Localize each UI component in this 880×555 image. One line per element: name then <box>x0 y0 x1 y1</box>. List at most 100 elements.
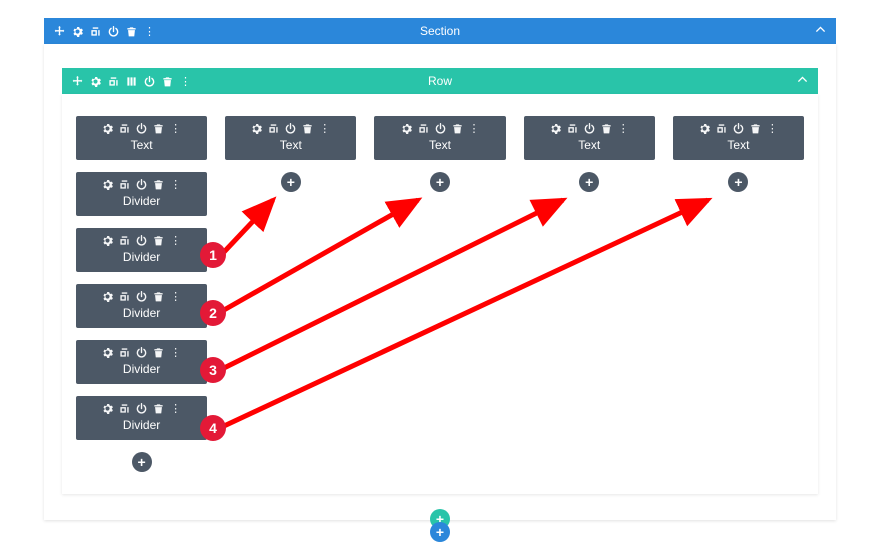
duplicate-icon[interactable] <box>268 123 279 134</box>
chevron-up-icon <box>815 24 826 35</box>
add-module-button[interactable]: + <box>132 452 152 472</box>
plus-icon: + <box>138 455 146 469</box>
duplicate-icon[interactable] <box>418 123 429 134</box>
more-icon[interactable] <box>144 24 155 38</box>
column: Text + <box>673 116 804 472</box>
trash-icon[interactable] <box>153 123 164 134</box>
gear-icon[interactable] <box>102 347 113 358</box>
trash-icon[interactable] <box>153 179 164 190</box>
power-icon[interactable] <box>136 347 147 358</box>
add-module-button[interactable]: + <box>430 172 450 192</box>
duplicate-icon[interactable] <box>119 235 130 246</box>
add-section-button[interactable]: + <box>430 522 450 542</box>
add-module-button[interactable]: + <box>281 172 301 192</box>
module-text[interactable]: Text <box>524 116 655 160</box>
gear-icon[interactable] <box>102 123 113 134</box>
more-icon[interactable] <box>170 402 181 415</box>
trash-icon[interactable] <box>750 123 761 134</box>
more-icon[interactable] <box>319 122 330 135</box>
power-icon[interactable] <box>108 24 119 38</box>
gear-icon[interactable] <box>102 403 113 414</box>
add-module-button[interactable]: + <box>579 172 599 192</box>
column: Text + <box>524 116 655 472</box>
module-label: Divider <box>76 418 207 432</box>
more-icon[interactable] <box>618 122 629 135</box>
duplicate-icon[interactable] <box>119 123 130 134</box>
add-module-button[interactable]: + <box>728 172 748 192</box>
duplicate-icon[interactable] <box>716 123 727 134</box>
section-title: Section <box>44 24 836 38</box>
gear-icon[interactable] <box>102 179 113 190</box>
gear-icon[interactable] <box>251 123 262 134</box>
module-label: Divider <box>76 362 207 376</box>
module-label: Divider <box>76 194 207 208</box>
more-icon[interactable] <box>180 74 191 88</box>
more-icon[interactable] <box>469 122 480 135</box>
power-icon[interactable] <box>584 123 595 134</box>
more-icon[interactable] <box>170 234 181 247</box>
trash-icon[interactable] <box>153 347 164 358</box>
power-icon[interactable] <box>733 123 744 134</box>
module-divider[interactable]: Divider <box>76 284 207 328</box>
duplicate-icon[interactable] <box>119 179 130 190</box>
module-text[interactable]: Text <box>225 116 356 160</box>
gear-icon[interactable] <box>699 123 710 134</box>
chevron-up-icon <box>797 74 808 85</box>
duplicate-icon[interactable] <box>108 74 119 88</box>
trash-icon[interactable] <box>126 24 137 38</box>
module-text[interactable]: Text <box>374 116 505 160</box>
more-icon[interactable] <box>170 122 181 135</box>
duplicate-icon[interactable] <box>90 24 101 38</box>
module-divider[interactable]: Divider <box>76 340 207 384</box>
move-icon[interactable] <box>72 74 83 88</box>
duplicate-icon[interactable] <box>119 347 130 358</box>
duplicate-icon[interactable] <box>119 291 130 302</box>
module-text[interactable]: Text <box>76 116 207 160</box>
gear-icon[interactable] <box>102 291 113 302</box>
module-label: Text <box>673 138 804 152</box>
columns-icon[interactable] <box>126 74 137 88</box>
plus-icon: + <box>585 175 593 189</box>
module-divider[interactable]: Divider <box>76 172 207 216</box>
power-icon[interactable] <box>136 235 147 246</box>
trash-icon[interactable] <box>153 403 164 414</box>
collapse-section-button[interactable] <box>815 24 826 38</box>
power-icon[interactable] <box>136 179 147 190</box>
power-icon[interactable] <box>435 123 446 134</box>
power-icon[interactable] <box>144 74 155 88</box>
trash-icon[interactable] <box>302 123 313 134</box>
trash-icon[interactable] <box>162 74 173 88</box>
more-icon[interactable] <box>170 346 181 359</box>
duplicate-icon[interactable] <box>119 403 130 414</box>
column: Text + <box>374 116 505 472</box>
power-icon[interactable] <box>136 123 147 134</box>
column: Text + <box>225 116 356 472</box>
trash-icon[interactable] <box>153 291 164 302</box>
trash-icon[interactable] <box>601 123 612 134</box>
move-icon[interactable] <box>54 24 65 38</box>
gear-icon[interactable] <box>72 24 83 38</box>
collapse-row-button[interactable] <box>797 74 808 88</box>
module-divider[interactable]: Divider <box>76 228 207 272</box>
plus-icon: + <box>436 175 444 189</box>
gear-icon[interactable] <box>550 123 561 134</box>
module-label: Text <box>374 138 505 152</box>
trash-icon[interactable] <box>452 123 463 134</box>
more-icon[interactable] <box>170 178 181 191</box>
trash-icon[interactable] <box>153 235 164 246</box>
module-text[interactable]: Text <box>673 116 804 160</box>
power-icon[interactable] <box>285 123 296 134</box>
gear-icon[interactable] <box>102 235 113 246</box>
gear-icon[interactable] <box>401 123 412 134</box>
module-label: Text <box>524 138 655 152</box>
power-icon[interactable] <box>136 403 147 414</box>
power-icon[interactable] <box>136 291 147 302</box>
module-divider[interactable]: Divider <box>76 396 207 440</box>
more-icon[interactable] <box>767 122 778 135</box>
column: Text Divider Divider Divider Divider Divider + <box>76 116 207 472</box>
callout-4: 4 <box>200 415 226 441</box>
plus-icon: + <box>436 525 444 539</box>
duplicate-icon[interactable] <box>567 123 578 134</box>
more-icon[interactable] <box>170 290 181 303</box>
gear-icon[interactable] <box>90 74 101 88</box>
